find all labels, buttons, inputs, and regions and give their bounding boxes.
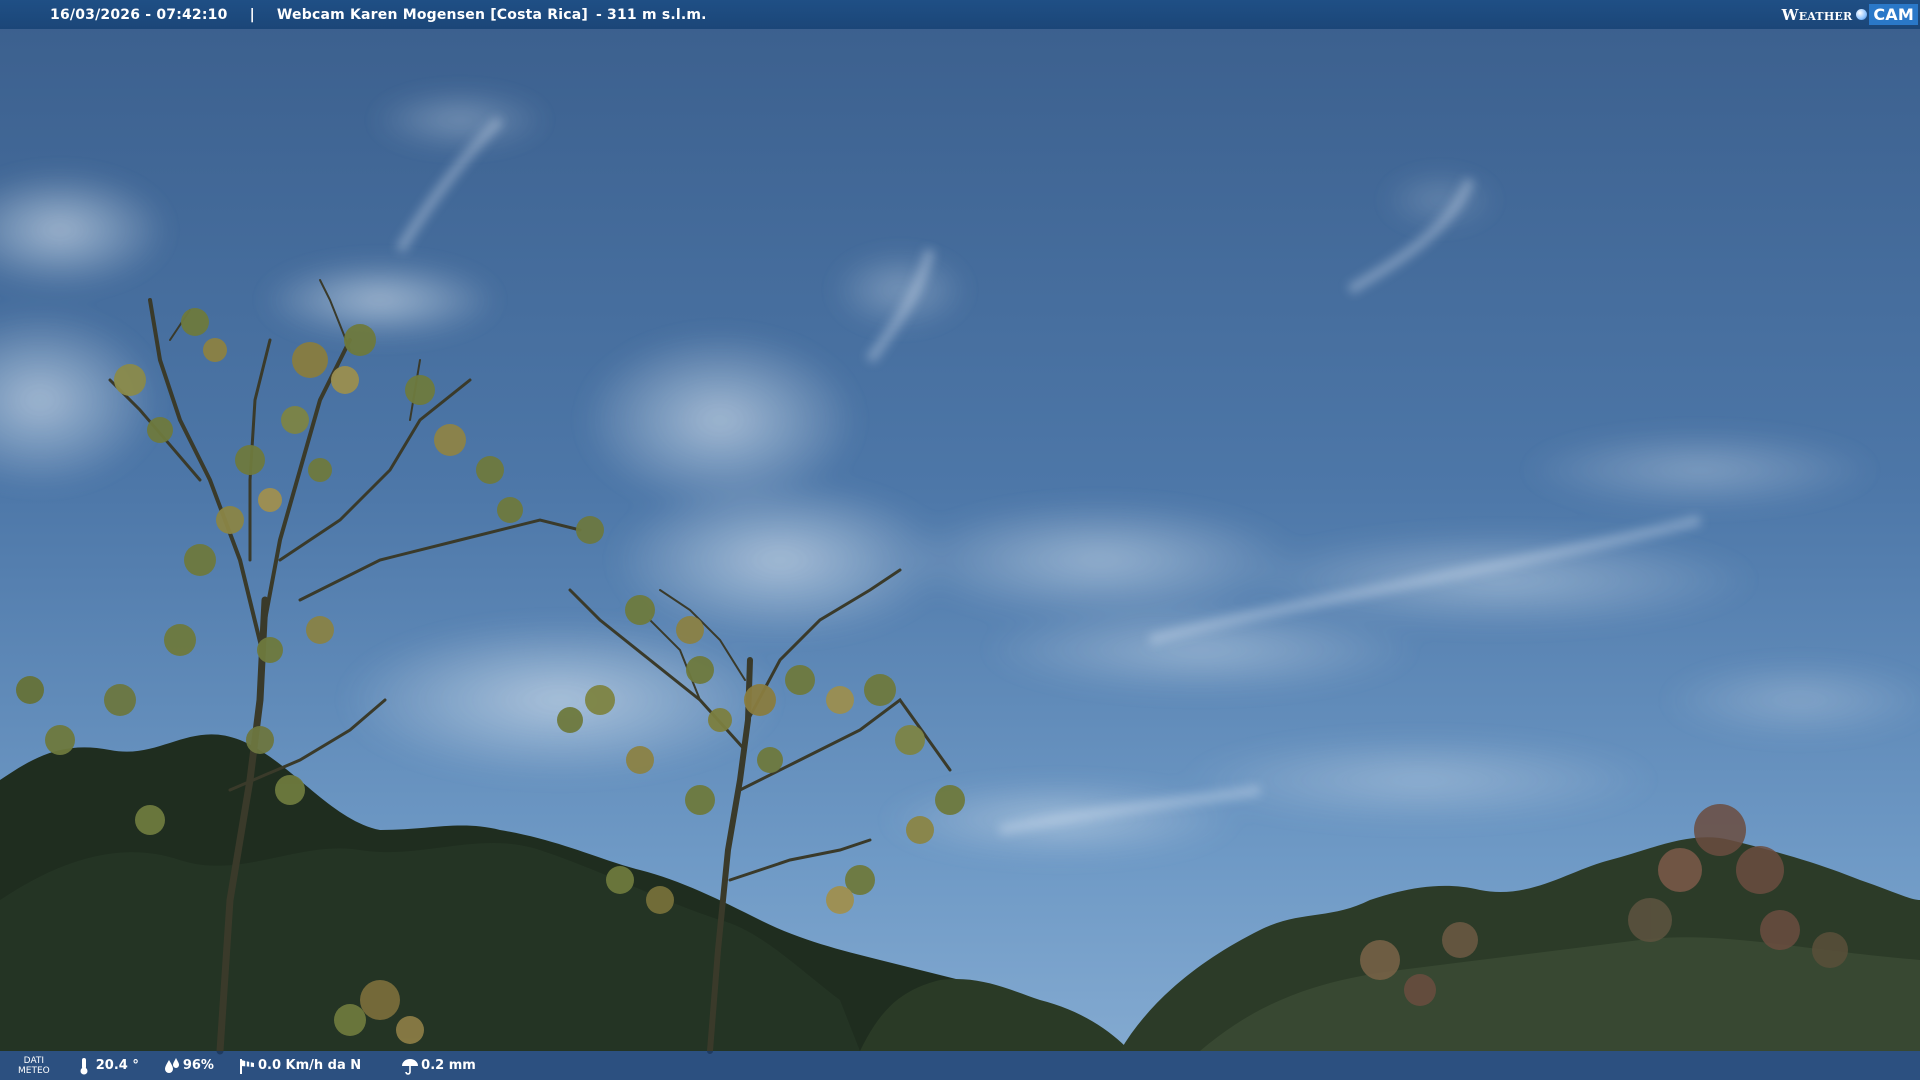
meteo-data-bar: DATI METEO 20.4 ° 96% 0.0 Km/h da N 0.2 … — [0, 1051, 1920, 1080]
rain-value: 0.2 mm — [421, 1058, 476, 1073]
humidity-reading: 96% — [163, 1057, 214, 1075]
weathercam-logo: Weather CAM — [1782, 2, 1918, 27]
camera-title: Webcam Karen Mogensen [Costa Rica] — [276, 6, 588, 23]
logo-text-weather: Weather — [1781, 5, 1853, 24]
camera-info-bar: 16/03/2026 - 07:42:10 | Webcam Karen Mog… — [0, 0, 1920, 29]
altitude: - 311 m s.l.m. — [595, 6, 707, 23]
humidity-value: 96% — [182, 1058, 214, 1073]
thermometer-icon — [76, 1057, 92, 1075]
meteo-label: DATI METEO — [18, 1056, 50, 1076]
rain-reading: 0.2 mm — [401, 1057, 476, 1075]
meteo-label-line2: METEO — [18, 1065, 50, 1076]
umbrella-icon — [401, 1057, 419, 1075]
windsock-icon — [238, 1057, 254, 1075]
timestamp: 16/03/2026 - 07:42:10 — [50, 6, 228, 23]
title-separator: | — [249, 6, 255, 23]
temperature-value: 20.4 ° — [95, 1058, 139, 1073]
wind-reading: 0.0 Km/h da N — [238, 1057, 361, 1075]
webcam-scene — [0, 0, 1920, 1080]
globe-icon — [1856, 9, 1868, 20]
logo-text-cam: CAM — [1869, 4, 1918, 25]
droplets-icon — [163, 1057, 179, 1075]
wind-value: 0.0 Km/h da N — [257, 1058, 362, 1073]
meteo-label-line1: DATI — [23, 1055, 45, 1066]
temperature-reading: 20.4 ° — [76, 1057, 139, 1075]
